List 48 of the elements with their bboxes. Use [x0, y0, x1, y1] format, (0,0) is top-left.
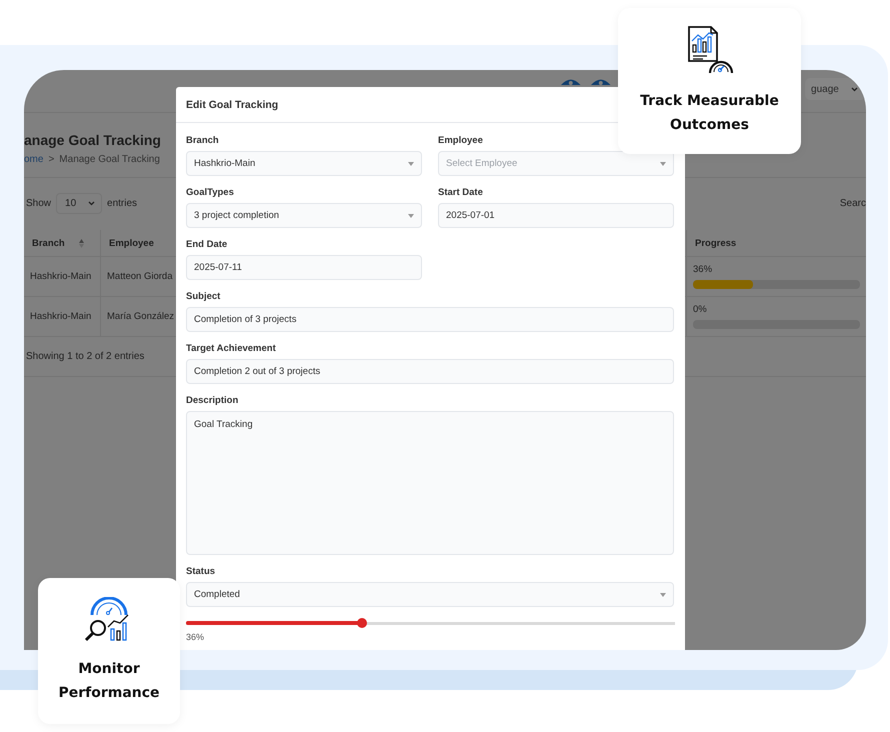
field-value: Goal Tracking	[194, 419, 253, 430]
caret-icon	[660, 162, 666, 166]
field-value: Completion of 3 projects	[194, 314, 296, 325]
page-title: anage Goal Tracking	[24, 132, 161, 148]
field-value: 3 project completion	[194, 210, 280, 221]
chevron-icon	[88, 201, 96, 206]
column-header[interactable]: Progress	[686, 230, 866, 256]
field-placeholder: Select Employee	[446, 158, 518, 169]
sort-icon	[78, 238, 84, 248]
table-cell: Hashkrio-Main	[24, 256, 100, 296]
field-value: Hashkrio-Main	[194, 158, 256, 169]
entries-label: entries	[107, 198, 138, 209]
select-field[interactable]: 3 project completion	[186, 203, 422, 228]
field-label: End Date	[186, 239, 228, 250]
entries-select[interactable]: 10	[56, 193, 102, 214]
field-label: Target Achievement	[186, 343, 277, 354]
table-cell: Hashkrio-Main	[24, 296, 100, 336]
slider-value: 36%	[186, 632, 206, 642]
chevron-icon	[850, 86, 858, 92]
column-header[interactable]: Branch	[24, 230, 100, 256]
progress-value: 36%	[693, 264, 714, 275]
input-field[interactable]: 2025-07-01	[438, 203, 674, 228]
caret-icon	[408, 162, 414, 166]
select-field[interactable]: Hashkrio-Main	[186, 151, 422, 176]
field-label: Branch	[186, 135, 220, 146]
caret-icon	[408, 214, 414, 218]
field-value: 2025-07-11	[194, 262, 242, 273]
field-label: Employee	[438, 135, 484, 146]
feature-title: Monitor Performance	[57, 660, 161, 703]
select-field[interactable]: Completed	[186, 582, 674, 607]
input-field[interactable]: 2025-07-11	[186, 255, 422, 280]
textarea-field[interactable]: Goal Tracking	[186, 411, 674, 555]
field-label: GoalTypes	[186, 187, 235, 198]
input-field[interactable]: Completion 2 out of 3 projects	[186, 359, 674, 384]
language-select[interactable]: guage	[805, 78, 866, 100]
show-label: Show	[26, 198, 52, 209]
breadcrumb-current: Manage Goal Tracking	[59, 154, 160, 165]
search-label: Searc	[840, 198, 866, 209]
caret-icon	[660, 592, 666, 596]
progress-value: 0%	[693, 304, 708, 315]
breadcrumb-separator: >	[48, 154, 54, 165]
field-label: Description	[186, 395, 240, 406]
field-value: Completion 2 out of 3 projects	[194, 366, 320, 377]
input-field[interactable]: Completion of 3 projects	[186, 307, 674, 332]
field-value: 2025-07-01	[446, 210, 495, 221]
field-label: Start Date	[438, 187, 484, 198]
field-label: Status	[186, 566, 216, 577]
field-value: Completed	[194, 589, 240, 600]
